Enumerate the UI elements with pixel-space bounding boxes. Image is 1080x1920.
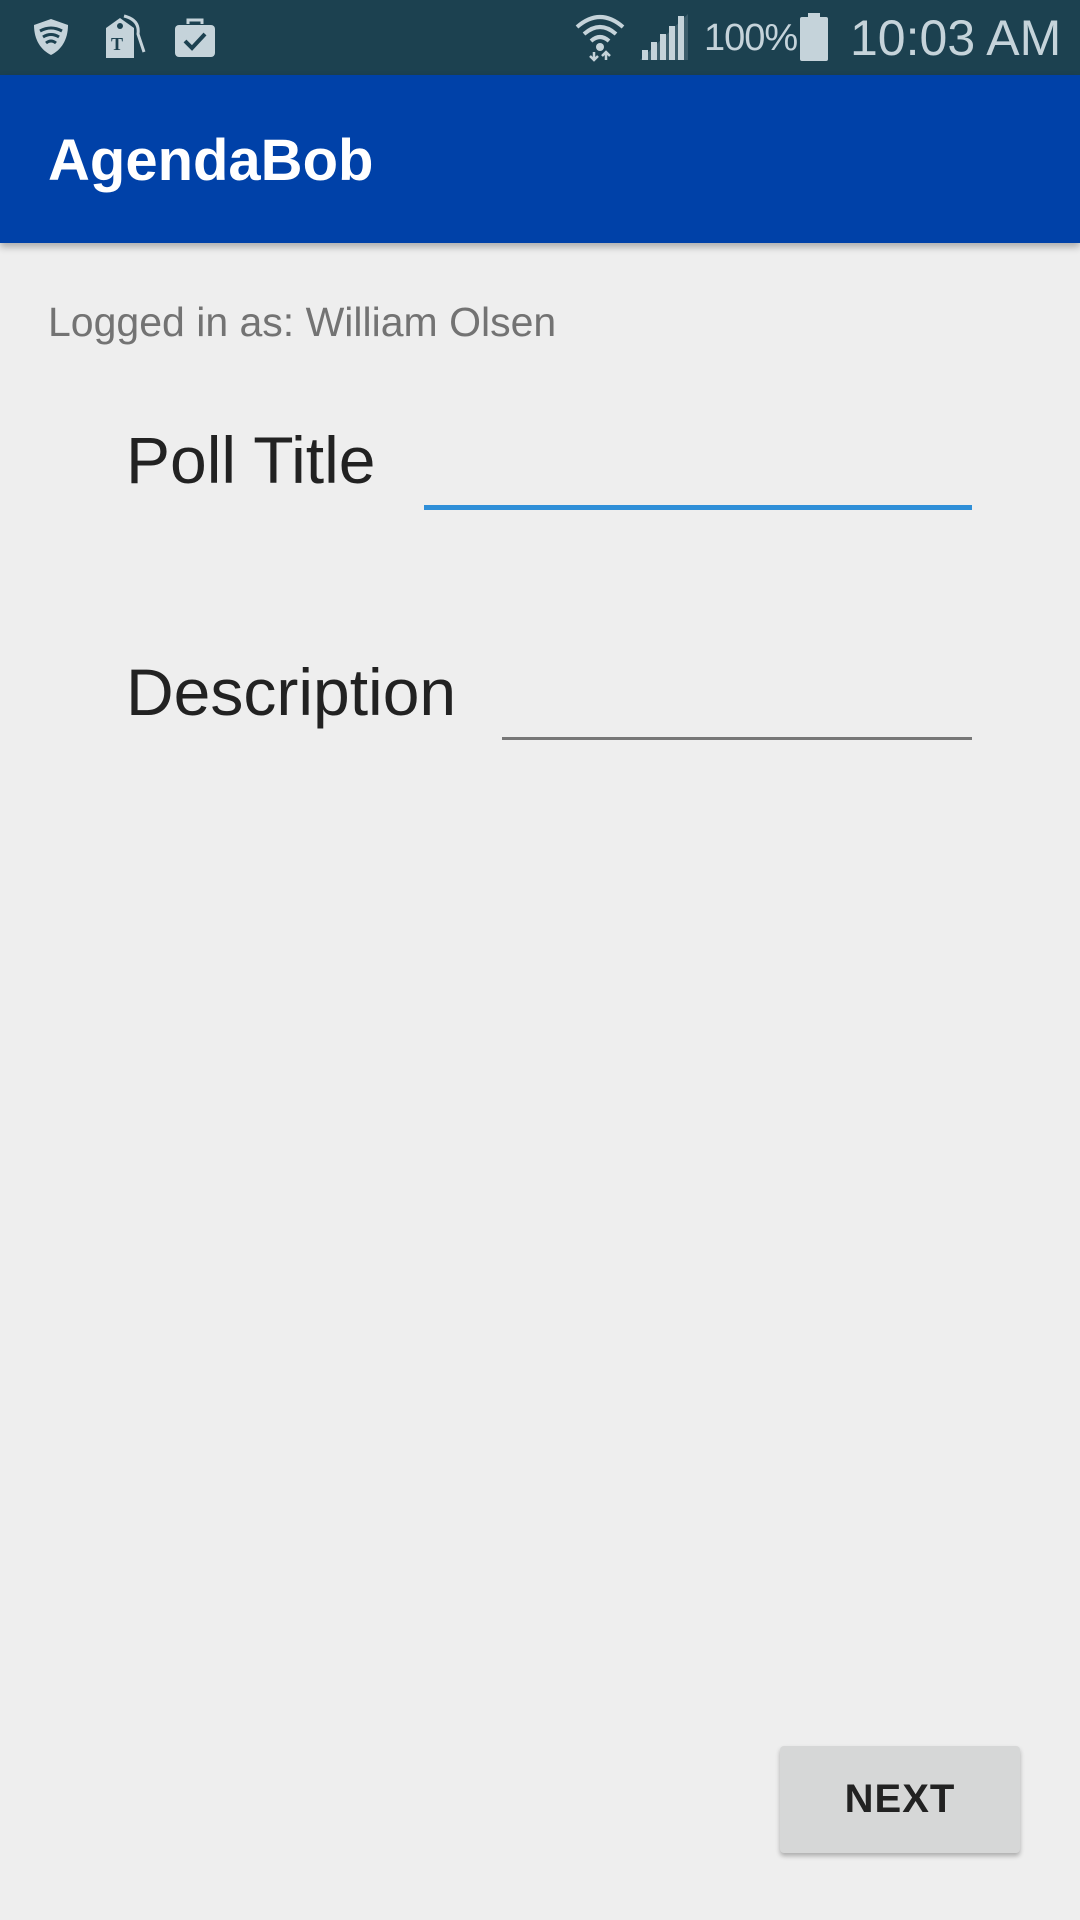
- signal-icon: [640, 14, 688, 60]
- clock: 10:03 AM: [850, 10, 1062, 66]
- shield-icon: [34, 19, 68, 55]
- tag-icon: T: [106, 14, 146, 58]
- svg-text:T: T: [111, 34, 123, 54]
- briefcase-check-icon: [175, 18, 215, 57]
- wifi-icon: [575, 15, 625, 62]
- status-bar: T 100% 10:03 AM: [0, 0, 1080, 75]
- logged-in-label: Logged in as: William Olsen: [48, 299, 557, 345]
- app-bar: AgendaBob: [0, 75, 1080, 243]
- poll-title-input[interactable]: [424, 425, 972, 510]
- battery-percent: 100%: [704, 17, 798, 59]
- poll-title-label: Poll Title: [126, 423, 376, 497]
- next-button[interactable]: NEXT: [780, 1746, 1020, 1853]
- battery-icon: [800, 13, 828, 61]
- app-title: AgendaBob: [48, 128, 374, 193]
- description-input[interactable]: [502, 655, 972, 740]
- description-label: Description: [126, 655, 457, 729]
